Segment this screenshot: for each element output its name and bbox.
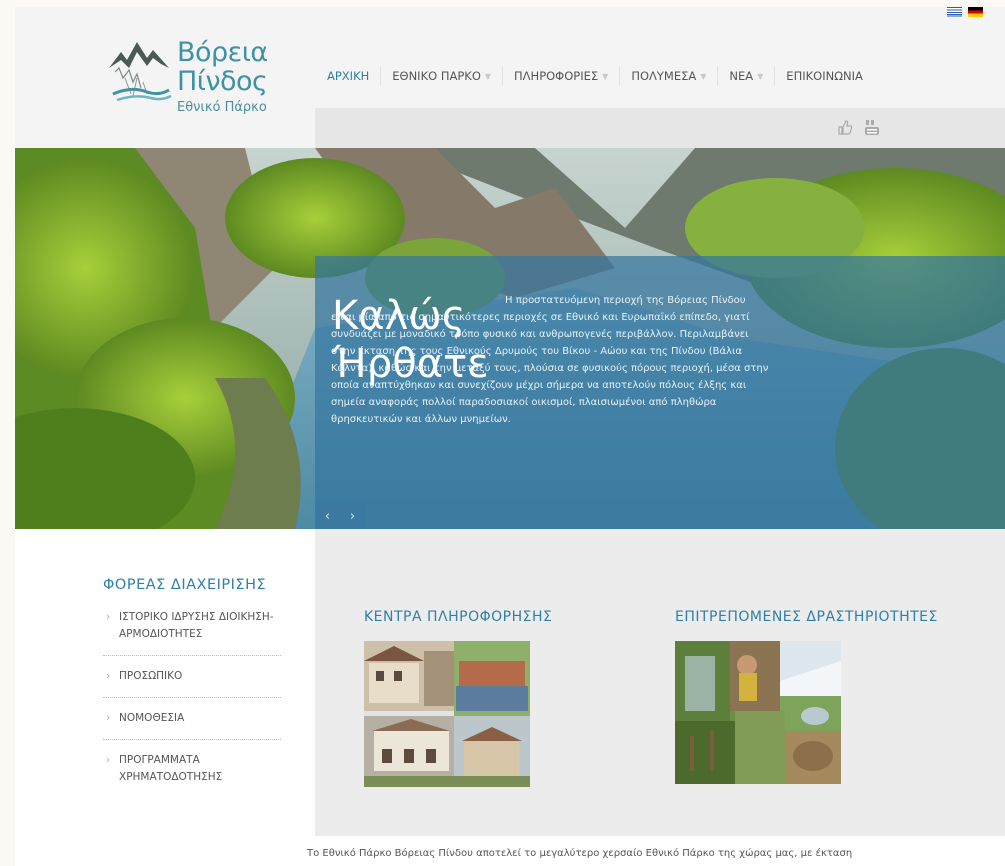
info-centers-heading[interactable]: ΚΕΝΤΡΑ ΠΛΗΡΟΦΟΡΗΣΗΣ xyxy=(364,609,552,625)
site-logo[interactable]: Βόρεια Πίνδος Εθνικό Πάρκο xyxy=(107,34,277,119)
chevron-down-icon: ▼ xyxy=(484,71,492,81)
hero-description: Η προστατευόμενη περιοχή της Βόρειας Πίν… xyxy=(331,295,769,425)
language-switcher xyxy=(947,7,983,17)
nav-item-home[interactable]: ΑΡΧΙΚΗ xyxy=(315,66,382,86)
nav-label: ΠΟΛΥΜΕΣΑ xyxy=(631,69,697,83)
nav-item-information[interactable]: ΠΛΗΡΟΦΟΡΙΕΣ ▼ xyxy=(503,66,621,86)
logo-text-line3: Εθνικό Πάρκο xyxy=(177,100,267,115)
nav-label: ΕΠΙΚΟΙΝΩΝΙΑ xyxy=(786,69,863,83)
youtube-icon[interactable] xyxy=(864,119,880,136)
chevron-right-icon[interactable]: › xyxy=(350,509,355,524)
nav-item-national-park[interactable]: ΕΘΝΙΚΟ ΠΑΡΚΟ ▼ xyxy=(381,66,504,86)
sidebar-title: ΦΟΡΕΑΣ ΔΙΑΧΕΙΡΙΣΗΣ xyxy=(103,577,267,593)
nav-item-contact[interactable]: ΕΠΙΚΟΙΝΩΝΙΑ xyxy=(775,66,874,86)
intro-text: Το Εθνικό Πάρκο Βόρειας Πίνδου αποτελεί … xyxy=(307,848,853,859)
nav-item-multimedia[interactable]: ΠΟΛΥΜΕΣΑ ▼ xyxy=(620,66,719,86)
info-centers-image[interactable] xyxy=(364,641,530,787)
sidebar-item-staff[interactable]: ΠΡΟΣΩΠΙΚΟ xyxy=(103,668,281,698)
nav-label: ΝΕΑ xyxy=(729,69,754,83)
social-bar xyxy=(315,108,1005,148)
slider-controls: ‹ › xyxy=(315,504,365,529)
sidebar-item-history[interactable]: ΙΣΤΟΡΙΚΟ ΙΔΡΥΣΗΣ ΔΙΟΙΚΗΣΗ-ΑΡΜΟΔΙΟΤΗΤΕΣ xyxy=(103,609,281,656)
chevron-down-icon: ▼ xyxy=(757,71,764,81)
nav-item-news[interactable]: ΝΕΑ ▼ xyxy=(718,66,776,86)
header: Βόρεια Πίνδος Εθνικό Πάρκο ΑΡΧΙΚΗ ΕΘΝΙΚΟ… xyxy=(15,7,1005,148)
chevron-down-icon: ▼ xyxy=(602,71,609,81)
main-nav: ΑΡΧΙΚΗ ΕΘΝΙΚΟ ΠΑΡΚΟ ▼ ΠΛΗΡΟΦΟΡΙΕΣ ▼ ΠΟΛΥΜΕ… xyxy=(315,66,874,86)
like-icon[interactable] xyxy=(837,119,853,136)
nav-label: ΑΡΧΙΚΗ xyxy=(327,69,370,83)
greek-flag-icon[interactable] xyxy=(947,7,962,17)
chevron-left-icon[interactable]: ‹ xyxy=(325,509,330,524)
logo-text-line1: Βόρεια xyxy=(177,37,268,68)
nav-label: ΕΘΝΙΚΟ ΠΑΡΚΟ xyxy=(392,69,481,83)
german-flag-icon[interactable] xyxy=(968,7,983,17)
activities-image[interactable] xyxy=(675,641,841,784)
hero-overlay: Καλώς Ήρθατε Η προστατευόμενη περιοχή τη… xyxy=(315,256,1005,529)
hero-slider: Καλώς Ήρθατε Η προστατευόμενη περιοχή τη… xyxy=(15,148,1005,529)
sidebar-item-funding[interactable]: ΠΡΟΓΡΑΜΜΑΤΑ ΧΡΗΜΑΤΟΔΟΤΗΣΗΣ xyxy=(103,752,281,798)
content-panel: ΚΕΝΤΡΑ ΠΛΗΡΟΦΟΡΗΣΗΣ ΕΠΙΤΡΕΠΟΜΕΝΕΣ ΔΡΑΣΤΗ… xyxy=(315,529,1005,836)
nav-label: ΠΛΗΡΟΦΟΡΙΕΣ xyxy=(514,69,599,83)
page: Βόρεια Πίνδος Εθνικό Πάρκο ΑΡΧΙΚΗ ΕΘΝΙΚΟ… xyxy=(15,7,1005,866)
activities-heading[interactable]: ΕΠΙΤΡΕΠΟΜΕΝΕΣ ΔΡΑΣΤΗΡΙΟΤΗΤΕΣ xyxy=(675,609,938,625)
chevron-down-icon: ▼ xyxy=(700,71,707,81)
mountain-logo-icon xyxy=(109,42,172,102)
logo-text-line2: Πίνδος xyxy=(177,66,268,97)
sidebar-item-legislation[interactable]: ΝΟΜΟΘΕΣΙΑ xyxy=(103,710,281,740)
management-sidebar: ΦΟΡΕΑΣ ΔΙΑΧΕΙΡΙΣΗΣ ΙΣΤΟΡΙΚΟ ΙΔΡΥΣΗΣ ΔΙΟΙ… xyxy=(103,577,281,810)
